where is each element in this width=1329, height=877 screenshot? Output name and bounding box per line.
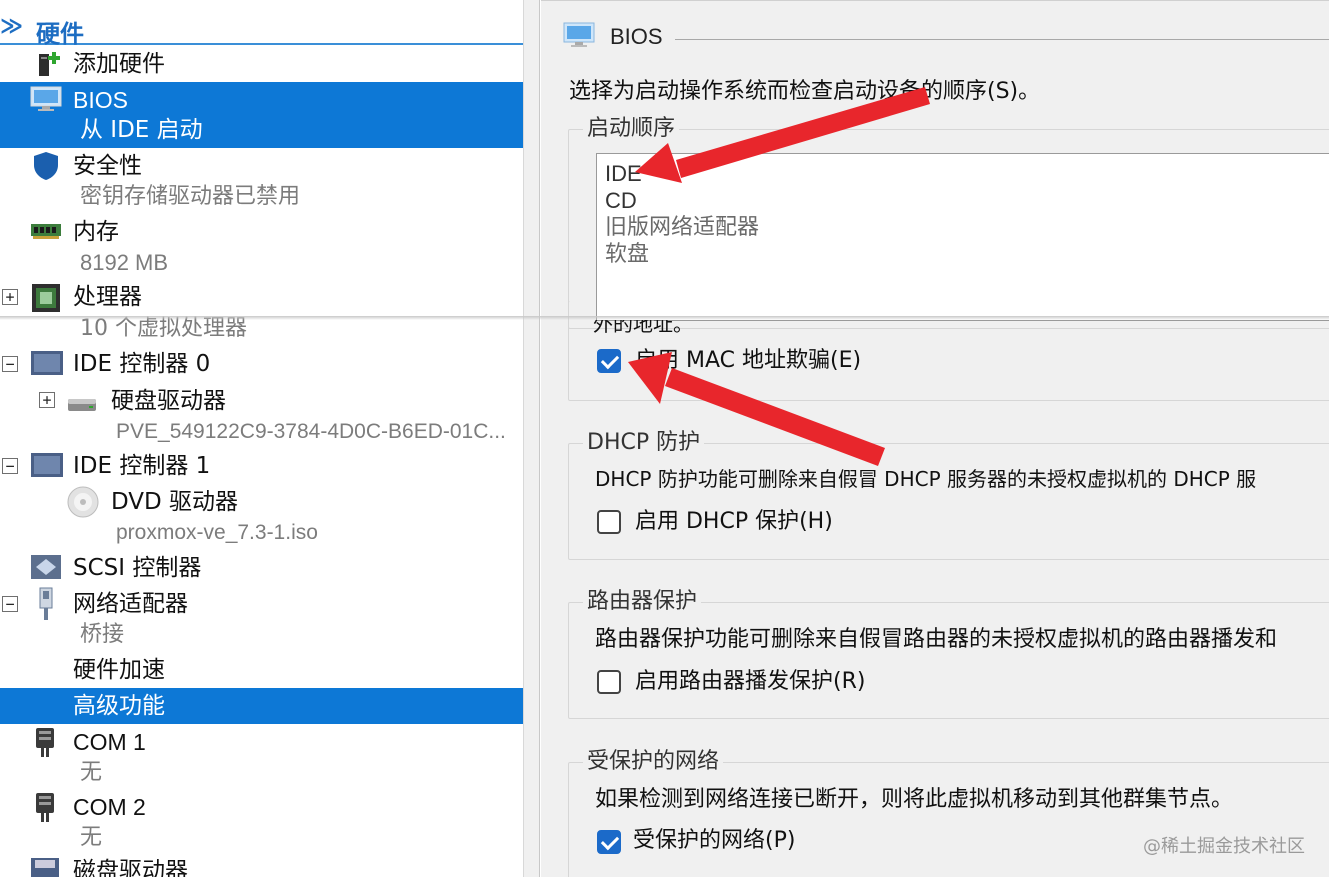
scsi-icon xyxy=(31,555,61,579)
boot-order-list[interactable]: IDE CD 旧版网络适配器 软盘 xyxy=(596,153,1329,321)
expand-hdd[interactable]: + xyxy=(39,392,55,408)
boot-item-ide[interactable]: IDE xyxy=(605,163,642,185)
protected-group xyxy=(568,762,1329,877)
boot-order-label: 启动顺序 xyxy=(583,118,680,140)
hard-drive-sub: PVE_549122C9-3784-4D0C-B6ED-01C... xyxy=(116,420,506,443)
monitor-icon xyxy=(563,22,595,47)
dhcp-group xyxy=(568,443,1329,560)
tree-item-security[interactable]: 安全性 xyxy=(73,155,142,178)
expand-processor[interactable]: + xyxy=(2,289,18,305)
expand-ide1[interactable]: − xyxy=(2,458,18,474)
router-checkbox-label[interactable]: 启用路由器播发保护(R) xyxy=(635,671,865,693)
add-hardware-icon xyxy=(39,52,60,76)
tree-item-network[interactable]: 网络适配器 xyxy=(73,593,188,616)
tree-item-com2[interactable]: COM 2 xyxy=(73,796,146,819)
hardware-header-label: 硬件 xyxy=(36,20,84,48)
boot-item-legacy-network[interactable]: 旧版网络适配器 xyxy=(605,217,759,239)
tree-item-add-hardware[interactable]: 添加硬件 xyxy=(73,53,165,76)
tree-item-hard-drive[interactable]: 硬盘驱动器 xyxy=(111,390,226,413)
tree-item-ide0[interactable]: IDE 控制器 0 xyxy=(73,353,210,376)
tree-item-com1[interactable]: COM 1 xyxy=(73,731,146,754)
hardware-tree: ≫ 硬件 添加硬件 BIOS 从 IDE 启动 安全性 密钥存储驱动器已禁用 内… xyxy=(0,0,523,877)
watermark: @稀土掘金技术社区 xyxy=(1143,836,1305,857)
protected-desc: 如果检测到网络连接已断开，则将此虚拟机移动到其他群集节点。 xyxy=(595,787,1234,812)
mac-spoof-checkbox[interactable] xyxy=(597,349,621,373)
processor-sub: 10 个虚拟处理器 xyxy=(80,316,247,341)
hard-drive-icon xyxy=(68,399,96,411)
diskette-icon xyxy=(31,858,59,877)
controller-icon xyxy=(31,453,63,477)
tree-item-diskette[interactable]: 磁盘驱动器 xyxy=(73,860,188,877)
router-group xyxy=(568,602,1329,719)
router-desc: 路由器保护功能可删除来自假冒路由器的未授权虚拟机的路由器播发和 xyxy=(595,627,1278,652)
dhcp-checkbox-label[interactable]: 启用 DHCP 保护(H) xyxy=(635,511,833,533)
memory-sub: 8192 MB xyxy=(80,250,169,275)
protected-title: 受保护的网络 xyxy=(583,751,724,773)
tree-item-memory[interactable]: 内存 xyxy=(73,221,119,244)
shield-icon xyxy=(34,152,58,180)
serial-port-icon xyxy=(36,728,54,757)
network-adapter-icon xyxy=(39,587,53,620)
dhcp-desc: DHCP 防护功能可删除来自假冒 DHCP 服务器的未授权虚拟机的 DHCP 服 xyxy=(595,467,1257,491)
protected-checkbox[interactable] xyxy=(597,830,621,854)
expand-network[interactable]: − xyxy=(2,596,18,612)
protected-checkbox-label[interactable]: 受保护的网络(P) xyxy=(633,830,795,852)
com1-sub: 无 xyxy=(80,760,103,785)
controller-icon xyxy=(31,351,63,375)
advanced-label: 高级功能 xyxy=(73,693,165,719)
dvd-icon xyxy=(67,486,99,518)
bios-panel-title: BIOS xyxy=(610,24,663,49)
screenshot-seam xyxy=(0,316,1329,320)
pane-splitter[interactable] xyxy=(523,0,540,877)
dhcp-title: DHCP 防护 xyxy=(583,432,705,454)
com2-sub: 无 xyxy=(80,825,103,850)
tree-item-processor[interactable]: 处理器 xyxy=(73,286,142,309)
tree-item-ide1[interactable]: IDE 控制器 1 xyxy=(73,455,210,478)
security-sub: 密钥存储驱动器已禁用 xyxy=(80,184,301,209)
tree-item-scsi[interactable]: SCSI 控制器 xyxy=(73,557,201,580)
collapse-chevron-icon[interactable]: ≫ xyxy=(0,14,23,39)
hardware-section-header[interactable]: ≫ 硬件 xyxy=(0,10,523,48)
network-sub: 桥接 xyxy=(80,622,125,647)
dvd-sub: proxmox-ve_7.3-1.iso xyxy=(116,521,318,544)
expand-ide0[interactable]: − xyxy=(2,356,18,372)
boot-item-floppy[interactable]: 软盘 xyxy=(605,244,649,266)
bios-label: BIOS xyxy=(73,87,128,113)
tree-item-hw-accel[interactable]: 硬件加速 xyxy=(73,659,165,682)
mac-spoof-label[interactable]: 启用 MAC 地址欺骗(E) xyxy=(635,350,861,372)
bios-description: 选择为启动操作系统而检查启动设备的顺序(S)。 xyxy=(569,79,1041,104)
memory-icon xyxy=(31,224,61,239)
settings-pane: BIOS 选择为启动操作系统而检查启动设备的顺序(S)。 启动顺序 IDE CD… xyxy=(541,0,1329,877)
boot-item-cd[interactable]: CD xyxy=(605,190,637,212)
router-title: 路由器保护 xyxy=(583,591,702,613)
dhcp-checkbox[interactable] xyxy=(597,510,621,534)
router-checkbox[interactable] xyxy=(597,670,621,694)
monitor-icon xyxy=(30,86,62,111)
serial-port-icon xyxy=(36,793,54,822)
title-separator xyxy=(675,39,1329,40)
processor-icon xyxy=(32,284,60,312)
bios-sub: 从 IDE 启动 xyxy=(80,117,203,143)
tree-item-dvd[interactable]: DVD 驱动器 xyxy=(111,491,238,514)
